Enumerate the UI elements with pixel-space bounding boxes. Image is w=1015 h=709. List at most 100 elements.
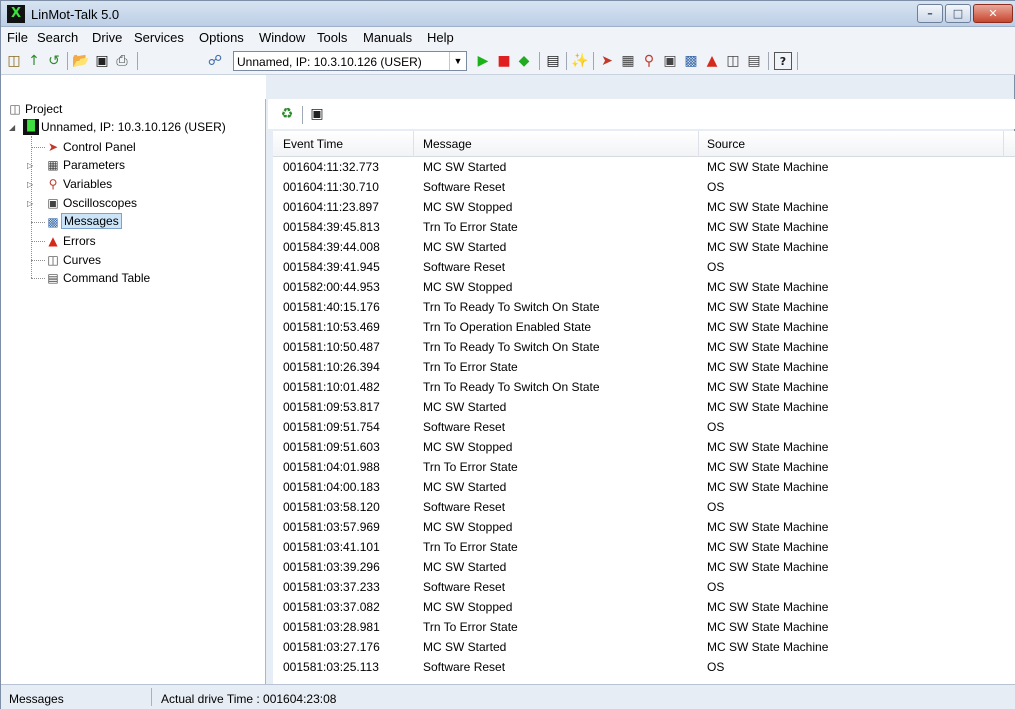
close-button[interactable]: ✕ — [973, 4, 1013, 23]
table-row[interactable]: 001581:03:58.120 Software Reset OS — [273, 497, 1015, 517]
cell-event-time: 001581:03:25.113 — [283, 660, 379, 674]
table-row[interactable]: 001581:03:25.113 Software Reset OS — [273, 657, 1015, 677]
cell-event-time: 001581:10:26.394 — [283, 360, 380, 374]
project-tree[interactable] — [1, 99, 266, 684]
tree-root-project[interactable]: Project — [25, 102, 62, 116]
column-header-message[interactable]: Message — [423, 137, 472, 151]
drive-select[interactable]: Unnamed, IP: 10.3.10.126 (USER) ▼ — [233, 51, 467, 71]
refresh-icon[interactable]: ♻ — [278, 105, 296, 123]
column-header-source[interactable]: Source — [707, 137, 745, 151]
cell-source: MC SW State Machine — [707, 480, 829, 494]
table-row[interactable]: 001604:11:32.773 MC SW Started MC SW State… — [273, 157, 1015, 177]
expand-icon[interactable]: ▷ — [27, 180, 33, 189]
wand-icon[interactable]: ✨ — [571, 52, 589, 70]
table-row[interactable]: 001581:10:53.469 Trn To Operation Enabled… — [273, 317, 1015, 337]
tree-item-variables[interactable]: Variables — [63, 177, 112, 191]
tree-item-messages[interactable]: Messages — [61, 213, 122, 229]
menu-help[interactable]: Help — [427, 30, 454, 45]
cell-source: MC SW State Machine — [707, 620, 829, 634]
open-folder-icon[interactable]: 📂 — [72, 52, 90, 70]
tree-item-control-panel[interactable]: Control Panel — [63, 140, 136, 154]
print-icon[interactable]: ⎙ — [113, 52, 131, 70]
table-row[interactable]: 001581:10:01.482 Trn To Ready To Switch O… — [273, 377, 1015, 397]
help-icon[interactable]: ? — [774, 52, 792, 70]
tree-item-curves[interactable]: Curves — [63, 253, 101, 267]
drive-icon[interactable]: ▤ — [544, 52, 562, 70]
messages-icon[interactable]: ▩ — [682, 52, 700, 70]
errors-icon[interactable]: ▲ — [703, 52, 721, 70]
expand-icon[interactable]: ▷ — [27, 161, 33, 170]
menu-manuals[interactable]: Manuals — [363, 30, 412, 45]
curves-icon[interactable]: ◫ — [724, 52, 742, 70]
table-row[interactable]: 001581:04:00.183 MC SW Started MC SW State… — [273, 477, 1015, 497]
tree-item-errors[interactable]: Errors — [63, 234, 96, 248]
messages-table[interactable]: Event Time Message Source 001604:11:32.7… — [273, 131, 1015, 684]
table-row[interactable]: 001604:11:30.710 Software Reset OS — [273, 177, 1015, 197]
table-row[interactable]: 001604:11:23.897 MC SW Stopped MC SW State… — [273, 197, 1015, 217]
table-row[interactable]: 001581:03:39.296 MC SW Started MC SW State… — [273, 557, 1015, 577]
cell-source: MC SW State Machine — [707, 560, 829, 574]
table-row[interactable]: 001581:03:28.981 Trn To Error State MC SW … — [273, 617, 1015, 637]
control-panel-icon[interactable]: ➤ — [598, 52, 616, 70]
save-icon[interactable]: ▣ — [308, 105, 326, 123]
tree-item-parameters[interactable]: Parameters — [63, 158, 125, 172]
tree-pane-header — [1, 75, 266, 99]
tree-connector — [31, 147, 45, 148]
column-divider[interactable] — [1003, 131, 1004, 157]
table-row[interactable]: 001584:39:45.813 Trn To Error State MC SW … — [273, 217, 1015, 237]
collapse-icon[interactable]: ◢ — [9, 123, 15, 132]
menu-search[interactable]: Search — [37, 30, 78, 45]
variables-icon[interactable]: ⚲ — [640, 52, 658, 70]
new-icon[interactable]: ◫ — [5, 52, 23, 70]
menu-options[interactable]: Options — [199, 30, 244, 45]
table-row[interactable]: 001581:09:53.817 MC SW Started MC SW State… — [273, 397, 1015, 417]
cell-source: MC SW State Machine — [707, 240, 829, 254]
column-header-event-time[interactable]: Event Time — [283, 137, 343, 151]
menu-tools[interactable]: Tools — [317, 30, 347, 45]
table-row[interactable]: 001581:10:50.487 Trn To Ready To Switch O… — [273, 337, 1015, 357]
table-row[interactable]: 001582:00:44.953 MC SW Stopped MC SW State… — [273, 277, 1015, 297]
control-panel-icon: ➤ — [47, 140, 59, 154]
minimize-button[interactable]: – — [917, 4, 943, 23]
column-divider[interactable] — [413, 131, 414, 157]
menu-services[interactable]: Services — [134, 30, 184, 45]
network-icon[interactable]: ☍ — [206, 52, 224, 70]
table-row[interactable]: 001581:09:51.603 MC SW Stopped MC SW State… — [273, 437, 1015, 457]
chevron-down-icon[interactable]: ▼ — [449, 52, 466, 70]
table-row[interactable]: 001581:04:01.988 Trn To Error State MC SW … — [273, 457, 1015, 477]
diamond-icon[interactable]: ◆ — [515, 52, 533, 70]
play-icon[interactable]: ▶ — [474, 52, 492, 70]
cell-source: MC SW State Machine — [707, 640, 829, 654]
command-table-icon[interactable]: ▤ — [745, 52, 763, 70]
stop-icon[interactable]: ■ — [495, 52, 513, 70]
title-bar[interactable]: X LinMot-Talk 5.0 – □ ✕ — [1, 1, 1015, 27]
tree-drive-node[interactable]: Unnamed, IP: 10.3.10.126 (USER) — [41, 120, 226, 134]
table-row[interactable]: 001581:09:51.754 Software Reset OS — [273, 417, 1015, 437]
maximize-button[interactable]: □ — [945, 4, 971, 23]
parameters-icon[interactable]: ▦ — [619, 52, 637, 70]
table-row[interactable]: 001581:03:27.176 MC SW Started MC SW State… — [273, 637, 1015, 657]
expand-icon[interactable]: ▷ — [27, 199, 33, 208]
table-row[interactable]: 001581:10:26.394 Trn To Error State MC SW … — [273, 357, 1015, 377]
tree-item-oscilloscopes[interactable]: Oscilloscopes — [63, 196, 137, 210]
up-icon[interactable]: ↑ — [25, 52, 43, 70]
cell-source: MC SW State Machine — [707, 400, 829, 414]
save-icon[interactable]: ▣ — [93, 52, 111, 70]
column-divider[interactable] — [698, 131, 699, 157]
connect-icon[interactable]: ↺ — [45, 52, 63, 70]
cell-source: MC SW State Machine — [707, 200, 829, 214]
table-row[interactable]: 001584:39:41.945 Software Reset OS — [273, 257, 1015, 277]
table-row[interactable]: 001581:03:37.082 MC SW Stopped MC SW State… — [273, 597, 1015, 617]
oscilloscope-icon[interactable]: ▣ — [661, 52, 679, 70]
table-row[interactable]: 001581:03:37.233 Software Reset OS — [273, 577, 1015, 597]
toolbar-separator — [302, 106, 303, 124]
menu-window[interactable]: Window — [259, 30, 305, 45]
tree-item-command-table[interactable]: Command Table — [63, 271, 150, 285]
menu-file[interactable]: File — [7, 30, 28, 45]
table-row[interactable]: 001581:03:41.101 Trn To Error State MC SW … — [273, 537, 1015, 557]
table-row[interactable]: 001584:39:44.008 MC SW Started MC SW State… — [273, 237, 1015, 257]
menu-drive[interactable]: Drive — [92, 30, 122, 45]
table-row[interactable]: 001581:03:57.969 MC SW Stopped MC SW State… — [273, 517, 1015, 537]
table-row[interactable]: 001581:40:15.176 Trn To Ready To Switch O… — [273, 297, 1015, 317]
cell-event-time: 001581:10:01.482 — [283, 380, 380, 394]
